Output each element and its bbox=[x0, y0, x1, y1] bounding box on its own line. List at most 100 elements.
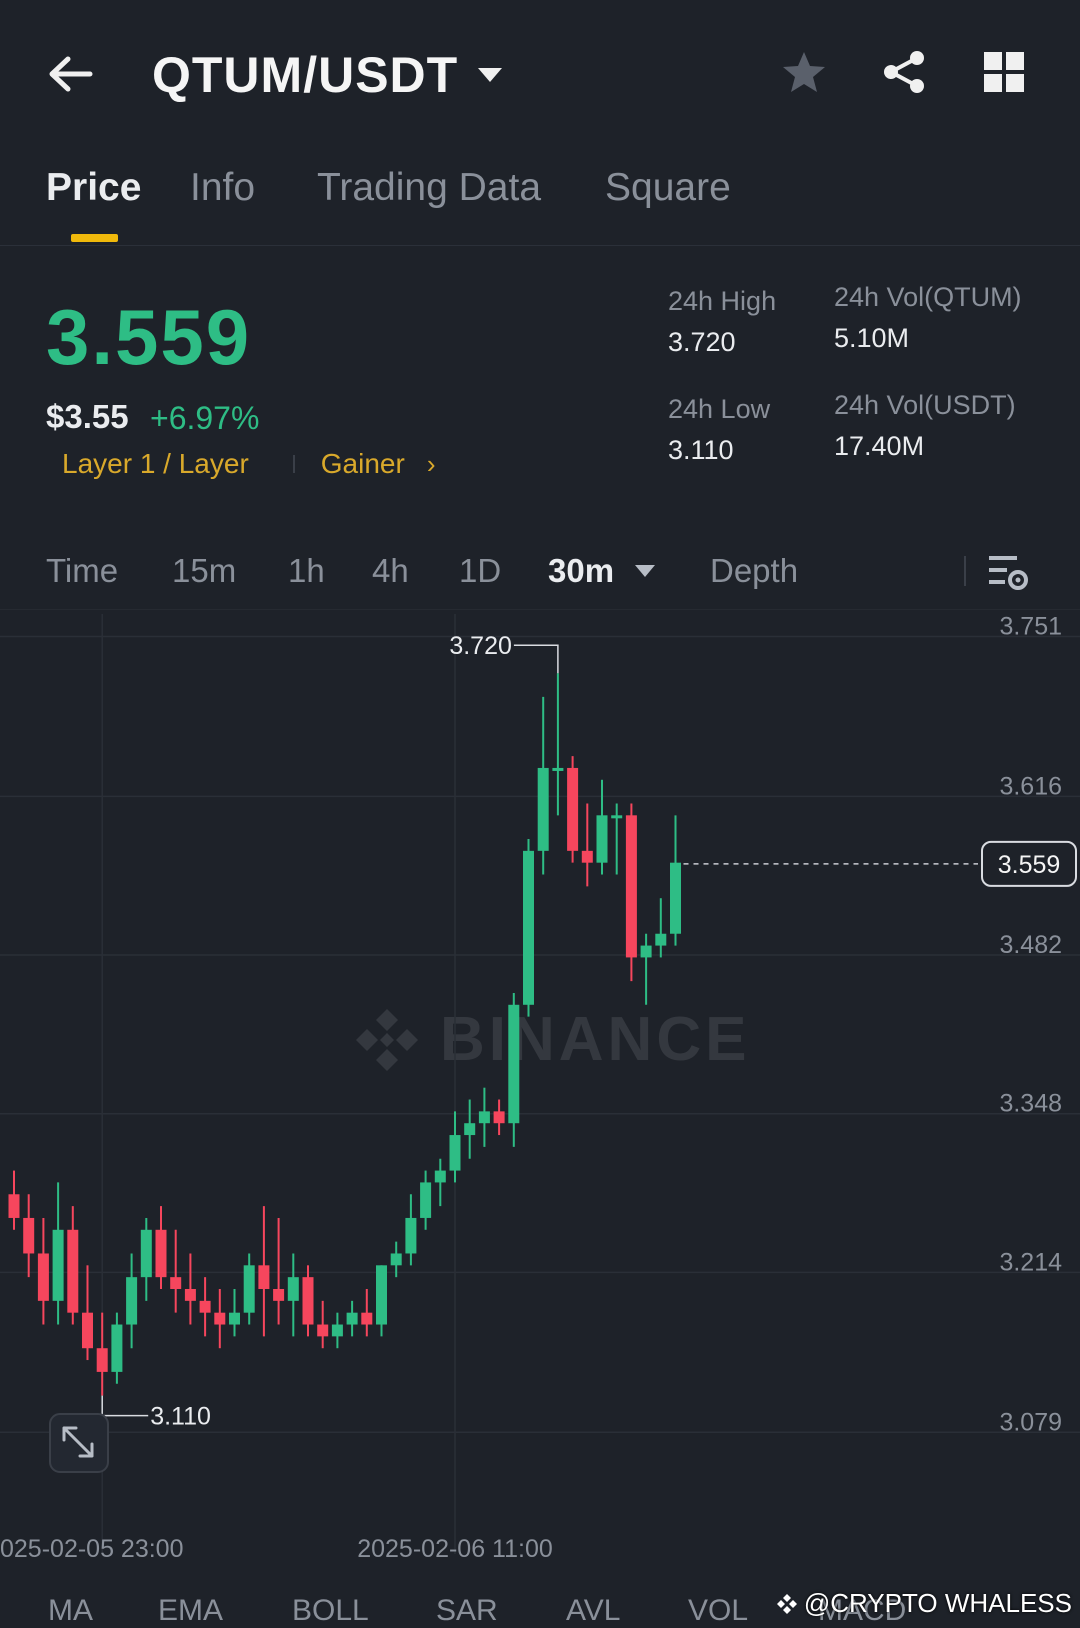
tag-layer[interactable]: Layer 1 / Layer bbox=[62, 448, 249, 480]
tag-row: Layer 1 / Layer Gainer › bbox=[62, 448, 436, 480]
candle-body bbox=[640, 945, 652, 958]
price-change: +6.97% bbox=[150, 400, 260, 436]
candle-body bbox=[449, 1135, 461, 1171]
stat-24h-high: 24h High 3.720 bbox=[668, 286, 776, 358]
interval-1d[interactable]: 1D bbox=[459, 552, 501, 590]
pair-selector[interactable]: QTUM/USDT bbox=[152, 46, 504, 104]
tab-price[interactable]: Price bbox=[46, 166, 141, 210]
diamond-logo-icon bbox=[776, 1593, 797, 1614]
candle-body bbox=[317, 1324, 329, 1337]
candle-body bbox=[229, 1312, 240, 1325]
back-button[interactable] bbox=[46, 48, 106, 100]
stat-24h-low: 24h Low 3.110 bbox=[668, 394, 770, 466]
active-tab-indicator bbox=[71, 234, 118, 242]
candle-body bbox=[126, 1277, 138, 1325]
y-tick-label: 3.616 bbox=[999, 772, 1062, 800]
pair-title: QTUM/USDT bbox=[152, 47, 459, 103]
candle-body bbox=[140, 1229, 152, 1278]
candle-body bbox=[581, 850, 593, 863]
interval-depth[interactable]: Depth bbox=[710, 552, 798, 590]
candle-body bbox=[596, 815, 608, 863]
star-icon bbox=[783, 52, 825, 92]
indicator-sar[interactable]: SAR bbox=[436, 1594, 498, 1628]
back-arrow-icon bbox=[49, 56, 93, 92]
credit-overlay: @CRYPTO WHALESS bbox=[776, 1588, 1072, 1619]
candle-body bbox=[82, 1312, 93, 1349]
favorite-button[interactable] bbox=[780, 48, 828, 96]
candle-body bbox=[8, 1194, 20, 1218]
candle-body bbox=[567, 767, 579, 851]
candle-body bbox=[361, 1312, 373, 1325]
candle-body bbox=[199, 1300, 211, 1313]
candle-body bbox=[96, 1348, 108, 1372]
indicator-boll[interactable]: BOLL bbox=[292, 1594, 369, 1628]
candlestick-chart[interactable]: BINANCE 3.751 3.616 3.482 3.348 3.214 3.079 02… bbox=[0, 614, 1080, 1564]
share-button[interactable] bbox=[880, 48, 928, 96]
interval-30m[interactable]: 30m bbox=[548, 552, 614, 590]
indicator-ma[interactable]: MA bbox=[48, 1594, 93, 1628]
credit-text: @CRYPTO WHALESS bbox=[803, 1588, 1072, 1618]
candle-body bbox=[611, 815, 623, 819]
indicator-avl[interactable]: AVL bbox=[566, 1594, 620, 1628]
stat-24h-vol-base: 24h Vol(QTUM) 5.10M bbox=[834, 282, 1022, 354]
y-tick-label: 3.079 bbox=[999, 1408, 1062, 1436]
caret-down-icon bbox=[478, 68, 503, 82]
candle-body bbox=[111, 1324, 123, 1372]
candle-body bbox=[214, 1312, 226, 1325]
interval-caret-icon[interactable] bbox=[634, 564, 656, 578]
stat-label: 24h Vol(QTUM) bbox=[834, 282, 1022, 312]
tab-info[interactable]: Info bbox=[190, 166, 255, 210]
tab-bar: Price Info Trading Data Square bbox=[0, 160, 1080, 246]
tab-trading-data[interactable]: Trading Data bbox=[317, 166, 541, 210]
candle-body bbox=[625, 815, 637, 958]
interval-15m[interactable]: 15m bbox=[172, 552, 236, 590]
usd-price: $3.55 bbox=[46, 398, 129, 435]
candle-body bbox=[52, 1229, 64, 1301]
stat-value: 17.40M bbox=[834, 431, 925, 461]
interval-4h[interactable]: 4h bbox=[372, 552, 409, 590]
stat-value: 3.720 bbox=[668, 327, 736, 357]
tab-square[interactable]: Square bbox=[605, 166, 731, 210]
candle-body bbox=[493, 1111, 505, 1124]
top-bar: QTUM/USDT bbox=[0, 0, 1080, 150]
tag-gainer[interactable]: Gainer bbox=[321, 448, 405, 480]
stat-label: 24h Low bbox=[668, 394, 771, 424]
candle-body bbox=[420, 1182, 432, 1218]
candle-body bbox=[23, 1217, 35, 1254]
candle-body bbox=[537, 767, 549, 851]
candle-body bbox=[331, 1324, 343, 1337]
stat-24h-vol-quote: 24h Vol(USDT) 17.40M bbox=[834, 390, 1016, 462]
stat-value: 5.10M bbox=[834, 323, 910, 353]
chart-canvas[interactable]: 3.751 3.616 3.482 3.348 3.214 3.079 025-02-05 … bbox=[0, 614, 1080, 1564]
interval-1h[interactable]: 1h bbox=[288, 552, 325, 590]
max-price-leader bbox=[513, 644, 559, 674]
chevron-right-icon[interactable]: › bbox=[427, 449, 436, 480]
stat-value: 3.110 bbox=[668, 435, 734, 465]
candle-body bbox=[37, 1253, 49, 1301]
x-tick-label: 025-02-05 23:00 bbox=[0, 1535, 183, 1563]
interval-time[interactable]: Time bbox=[46, 552, 118, 590]
candle-body bbox=[552, 767, 564, 771]
candle-body bbox=[434, 1170, 446, 1183]
indicator-vol[interactable]: VOL bbox=[688, 1594, 748, 1628]
last-price: 3.559 bbox=[46, 293, 252, 381]
candle-body bbox=[523, 850, 534, 1005]
tag-divider bbox=[292, 455, 295, 473]
candle-body bbox=[243, 1265, 255, 1313]
candle-body bbox=[464, 1123, 476, 1136]
min-price-leader bbox=[101, 1395, 149, 1417]
candle-body bbox=[376, 1265, 387, 1325]
candle-body bbox=[155, 1229, 167, 1278]
candle-body bbox=[478, 1111, 490, 1124]
candle-body bbox=[258, 1265, 270, 1289]
x-tick-label: 2025-02-06 11:00 bbox=[357, 1535, 553, 1563]
indicator-ema[interactable]: EMA bbox=[158, 1594, 223, 1628]
candle-body bbox=[390, 1253, 402, 1266]
more-button[interactable] bbox=[980, 48, 1028, 96]
expand-chart-button[interactable] bbox=[49, 1413, 109, 1473]
current-price-label: 3.559 bbox=[998, 851, 1061, 879]
chart-settings-icon[interactable] bbox=[986, 550, 1030, 594]
candle-body bbox=[67, 1229, 79, 1313]
candle-body bbox=[287, 1277, 299, 1301]
stat-label: 24h High bbox=[668, 286, 777, 316]
